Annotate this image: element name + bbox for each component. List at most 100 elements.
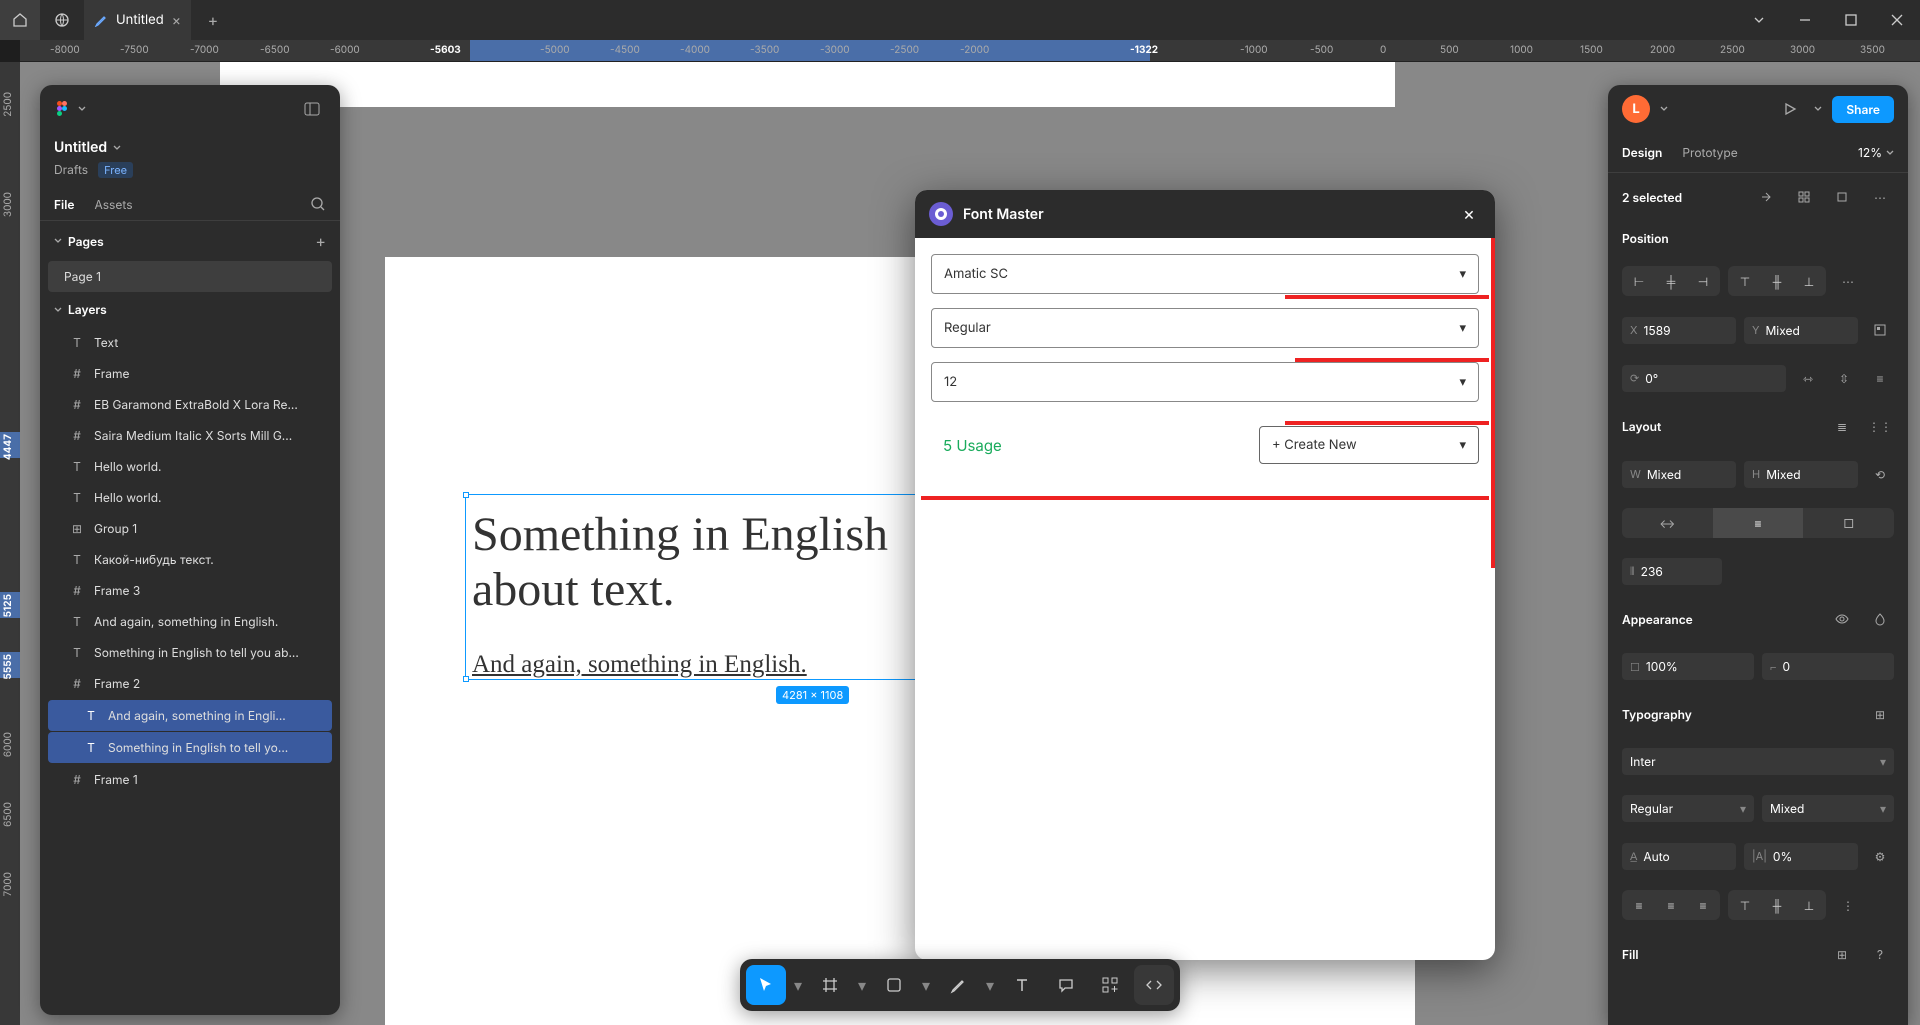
pen-tool-button[interactable] <box>938 965 978 1005</box>
layer-item[interactable]: #Frame 2 <box>40 668 340 699</box>
fill-help-button[interactable]: ? <box>1866 940 1894 968</box>
layers-section-header[interactable]: Layers <box>40 292 340 327</box>
window-maximize-button[interactable] <box>1828 0 1874 40</box>
layer-item[interactable]: TКакой-нибудь текст. <box>40 544 340 575</box>
resize-fixed-button[interactable]: ≡ <box>1713 508 1804 538</box>
flip-v-button[interactable]: ⇳ <box>1830 364 1858 392</box>
x-field[interactable]: X1589 <box>1622 317 1736 344</box>
toggle-sidebar-button[interactable] <box>298 95 326 123</box>
align-more-button[interactable]: ⋯ <box>1834 267 1862 295</box>
font-size-select[interactable]: 12 ▾ <box>931 362 1479 402</box>
chevron-down-icon[interactable] <box>1660 105 1668 113</box>
font-family-field[interactable]: Inter▾ <box>1622 748 1894 775</box>
align-top-button[interactable]: ⊤ <box>1730 268 1760 294</box>
document-name[interactable]: Untitled <box>40 133 340 162</box>
frame-tool-button[interactable] <box>810 965 850 1005</box>
tab-design[interactable]: Design <box>1622 135 1662 170</box>
layer-item[interactable]: TSomething in English to tell yo... <box>48 732 332 763</box>
page-item[interactable]: Page 1 <box>48 261 332 292</box>
width-field[interactable]: WMixed <box>1622 461 1736 488</box>
text-align-left-button[interactable]: ≡ <box>1624 892 1654 918</box>
rotation-field[interactable]: ⟳0° <box>1622 365 1786 392</box>
text-tool-button[interactable] <box>1002 965 1042 1005</box>
community-button[interactable] <box>42 0 82 40</box>
layer-item[interactable]: THello world. <box>40 482 340 513</box>
layer-item[interactable]: #EB Garamond ExtraBold X Lora Re... <box>40 389 340 420</box>
align-right-button[interactable]: ⊣ <box>1688 268 1718 294</box>
autolayout-v-button[interactable]: ≣ <box>1828 412 1856 440</box>
text-align-bottom-button[interactable]: ⊥ <box>1794 892 1824 918</box>
tab-add-button[interactable]: + <box>193 10 233 30</box>
align-bottom-button[interactable]: ⊥ <box>1794 268 1824 294</box>
text-more-button[interactable]: ⋮ <box>1834 891 1862 919</box>
layer-item[interactable]: #Frame 1 <box>40 764 340 795</box>
shape-tool-button[interactable] <box>874 965 914 1005</box>
align-center-v-button[interactable]: ╫ <box>1762 268 1792 294</box>
opacity-field[interactable]: ☐100% <box>1622 653 1754 680</box>
resize-fill-button[interactable]: □ <box>1803 508 1894 538</box>
plugin-close-button[interactable]: × <box>1457 204 1481 225</box>
drafts-label[interactable]: Drafts <box>54 162 88 178</box>
tab-file[interactable]: File <box>54 197 74 212</box>
more-icon[interactable]: ⋯ <box>1866 183 1894 211</box>
variant-icon[interactable] <box>1752 183 1780 211</box>
window-close-button[interactable] <box>1874 0 1920 40</box>
share-button[interactable]: Share <box>1832 96 1894 123</box>
figma-menu-button[interactable] <box>54 100 86 118</box>
tab-close-button[interactable]: × <box>172 12 181 29</box>
layer-item[interactable]: #Saira Medium Italic X Sorts Mill G... <box>40 420 340 451</box>
comment-tool-button[interactable] <box>1046 965 1086 1005</box>
letter-spacing-field[interactable]: |A|0% <box>1744 843 1858 870</box>
text-align-center-button[interactable]: ≡ <box>1656 892 1686 918</box>
visibility-icon[interactable] <box>1828 605 1856 633</box>
home-button[interactable] <box>0 0 40 40</box>
tab-prototype[interactable]: Prototype <box>1682 135 1737 170</box>
layer-item[interactable]: TSomething in English to tell you ab... <box>40 637 340 668</box>
layer-item[interactable]: TAnd again, something in English. <box>40 606 340 637</box>
layer-item[interactable]: TText <box>40 327 340 358</box>
window-chevron-button[interactable] <box>1736 0 1782 40</box>
create-new-select[interactable]: + Create New ▾ <box>1259 426 1479 464</box>
user-avatar[interactable]: L <box>1622 95 1650 123</box>
font-size-field[interactable]: Mixed▾ <box>1762 795 1894 822</box>
align-center-h-button[interactable]: ╪ <box>1656 268 1686 294</box>
layer-item[interactable]: ⊞Group 1 <box>40 513 340 544</box>
canvas-frame-top[interactable] <box>220 62 1395 107</box>
layer-item[interactable]: #Frame <box>40 358 340 389</box>
pages-section-header[interactable]: Pages + <box>40 221 340 261</box>
y-field[interactable]: YMixed <box>1744 317 1858 344</box>
align-left-button[interactable]: ⊢ <box>1624 268 1654 294</box>
component-icon[interactable] <box>1790 183 1818 211</box>
blend-icon[interactable] <box>1866 605 1894 633</box>
dev-mode-button[interactable] <box>1134 965 1174 1005</box>
tidy-button[interactable]: ≡ <box>1866 364 1894 392</box>
type-settings-button[interactable]: ⚙ <box>1866 842 1894 870</box>
font-family-select[interactable]: Amatic SC ▾ <box>931 254 1479 294</box>
actions-button[interactable] <box>1090 965 1130 1005</box>
layer-item[interactable]: TAnd again, something in Engli... <box>48 700 332 731</box>
pen-tool-caret[interactable]: ▾ <box>982 975 998 995</box>
height-field[interactable]: HMixed <box>1744 461 1858 488</box>
font-weight-select[interactable]: Regular ▾ <box>931 308 1479 348</box>
plugin-header[interactable]: Font Master × <box>915 190 1495 238</box>
document-tab[interactable]: Untitled × <box>84 0 191 40</box>
move-tool-caret[interactable]: ▾ <box>790 975 806 995</box>
flip-h-button[interactable]: ⇿ <box>1794 364 1822 392</box>
window-minimize-button[interactable] <box>1782 0 1828 40</box>
tab-assets[interactable]: Assets <box>94 197 132 212</box>
autolayout-h-button[interactable]: ⋮⋮ <box>1866 412 1894 440</box>
layer-item[interactable]: THello world. <box>40 451 340 482</box>
move-tool-button[interactable] <box>746 965 786 1005</box>
line-height-field[interactable]: A̲Auto <box>1622 843 1736 870</box>
present-button[interactable] <box>1776 95 1804 123</box>
text-align-right-button[interactable]: ≡ <box>1688 892 1718 918</box>
corner-radius-field[interactable]: ⌐0 <box>1762 653 1894 680</box>
typography-settings-button[interactable]: ⊞ <box>1866 700 1894 728</box>
text-align-top-button[interactable]: ⊤ <box>1730 892 1760 918</box>
constrain-toggle[interactable]: ⟲ <box>1866 460 1894 488</box>
fill-style-button[interactable]: ⊞ <box>1828 940 1856 968</box>
add-page-button[interactable]: + <box>315 231 326 251</box>
resize-hug-button[interactable]: ↔ <box>1622 508 1713 538</box>
search-button[interactable] <box>310 196 326 212</box>
text-align-middle-button[interactable]: ╫ <box>1762 892 1792 918</box>
